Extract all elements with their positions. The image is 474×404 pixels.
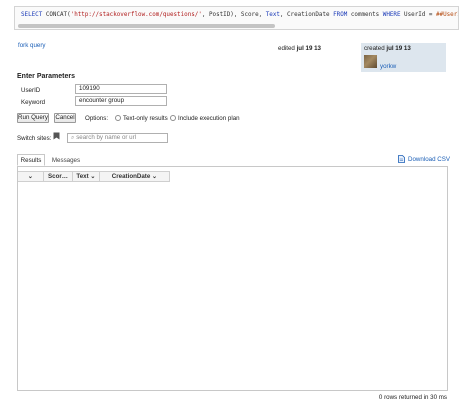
site-search-icon: ⌕ — [71, 134, 75, 141]
editor-scrollbar[interactable] — [18, 24, 275, 28]
bookmark-icon[interactable] — [53, 132, 60, 142]
results-grid[interactable]: ⌄ Scor… Text ⌄ CreationDate ⌄ — [17, 166, 448, 391]
sql-token: WHERE — [382, 12, 401, 18]
fork-query-link[interactable]: fork query — [18, 42, 46, 49]
sql-token: , CreationDate — [279, 12, 334, 18]
created-prefix: created — [364, 45, 387, 52]
run-query-button[interactable]: Run Query — [17, 113, 49, 123]
grid-header: ⌄ Scor… Text ⌄ CreationDate ⌄ — [18, 171, 170, 182]
sql-token: comments — [347, 12, 383, 18]
grid-column-header[interactable]: ⌄ — [18, 172, 44, 181]
sql-editor[interactable]: SELECT CONCAT('http://stackoverflow.com/… — [14, 6, 459, 30]
parameters-title: Enter Parameters — [17, 73, 75, 80]
site-search-input[interactable]: ⌕ search by name or url — [67, 133, 168, 143]
sort-arrow-icon: ⌄ — [90, 173, 96, 180]
username-link[interactable]: yorkw — [380, 63, 396, 70]
options-label: Options: — [85, 115, 109, 122]
text-only-radio[interactable] — [115, 115, 121, 121]
grid-column-header[interactable]: Scor… — [44, 172, 73, 181]
created-card: created jul 19 13 yorkw — [361, 43, 446, 72]
sql-token: CONCAT( — [42, 12, 71, 18]
site-search-placeholder: search by name or url — [76, 134, 137, 141]
avatar[interactable] — [364, 55, 377, 68]
file-icon — [398, 155, 405, 163]
sql-token: FROM — [333, 12, 348, 18]
grid-column-header[interactable]: CreationDate ⌄ — [100, 172, 170, 181]
switch-sites-label: Switch sites: — [17, 135, 52, 142]
sql-token: , PostID), Score, — [201, 12, 266, 18]
userid-label: UserID — [21, 87, 41, 94]
keyword-input[interactable]: encounter group — [75, 96, 167, 106]
sql-token: 'http://stackoverflow.com/questions/' — [70, 12, 202, 18]
created-info: created jul 19 13 — [364, 45, 411, 52]
sql-token: SELECT — [21, 12, 43, 18]
edited-prefix: edited — [278, 45, 297, 52]
sql-token: UserId = — [400, 12, 436, 18]
created-date: jul 19 13 — [386, 45, 411, 52]
sql-token: Text — [265, 12, 280, 18]
userid-input[interactable]: 109190 — [75, 84, 167, 94]
edited-info: edited jul 19 13 — [278, 45, 321, 52]
sort-arrow-icon: ⌄ — [152, 173, 158, 180]
grid-column-header[interactable]: Text ⌄ — [73, 172, 100, 181]
exec-plan-label: Include execution plan — [178, 115, 240, 122]
edited-date: jul 19 13 — [296, 45, 321, 52]
exec-plan-radio[interactable] — [170, 115, 176, 121]
cancel-button[interactable]: Cancel — [54, 113, 76, 123]
download-csv-label: Download CSV — [408, 155, 450, 163]
sql-code: SELECT CONCAT('http://stackoverflow.com/… — [21, 12, 458, 18]
text-only-label: Text-only results — [123, 115, 168, 122]
rows-returned-status: 0 rows returned in 30 ms — [378, 394, 447, 401]
tab-results[interactable]: Results — [17, 154, 45, 166]
sql-token: ##UserId## — [435, 12, 458, 18]
sort-arrow-icon: ⌄ — [27, 173, 34, 180]
download-csv-link[interactable]: Download CSV — [398, 155, 450, 163]
keyword-label: Keyword — [21, 99, 46, 106]
